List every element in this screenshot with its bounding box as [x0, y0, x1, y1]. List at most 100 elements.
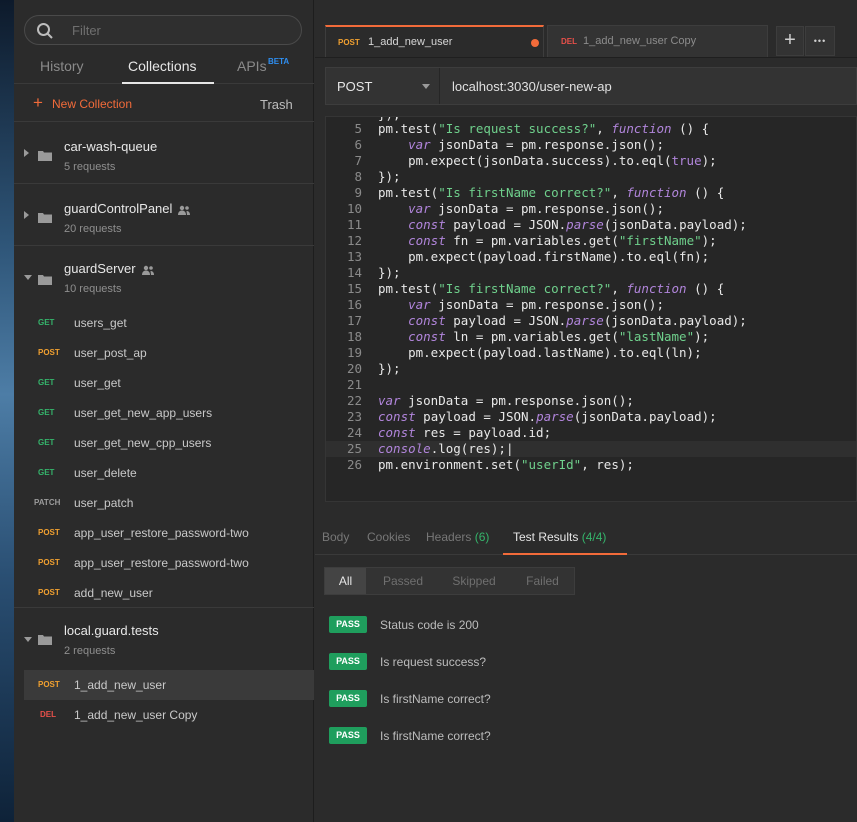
chevron-right-icon[interactable]	[24, 149, 29, 157]
beta-badge: BETA	[268, 57, 290, 66]
filter-failed[interactable]: Failed	[511, 568, 574, 594]
collection-car-wash-queue[interactable]: car-wash-queue 5 requests	[14, 122, 314, 184]
collection-count: 2 requests	[64, 645, 116, 657]
code-line: 13 pm.expect(payload.firstName).to.eql(f…	[326, 249, 856, 265]
code-line: 7 pm.expect(jsonData.success).to.eql(tru…	[326, 153, 856, 169]
request-name: user_get_new_app_users	[74, 406, 213, 420]
request-item[interactable]: POST user_post_ap	[14, 338, 314, 368]
team-icon	[141, 265, 154, 275]
request-item[interactable]: PATCH user_patch	[14, 488, 314, 518]
line-number: 11	[346, 217, 362, 232]
method-badge: DEL	[40, 710, 56, 719]
tab-test-results[interactable]: Test Results (4/4)	[513, 530, 606, 544]
code-line: 10 var jsonData = pm.response.json();	[326, 201, 856, 217]
collection-local-guard-tests[interactable]: local.guard.tests 2 requests POST 1_add_n…	[14, 608, 314, 738]
tab-label: Headers	[426, 530, 472, 544]
url-bar: POST localhost:3030/user-new-ap	[325, 67, 857, 105]
request-name: add_new_user	[74, 586, 153, 600]
method-badge: DEL	[561, 37, 577, 46]
request-item[interactable]: GET user_delete	[14, 458, 314, 488]
request-item[interactable]: GET user_get	[14, 368, 314, 398]
filter-all[interactable]: All	[325, 568, 366, 594]
tab-headers[interactable]: Headers (6)	[426, 530, 489, 544]
line-number: 10	[346, 201, 362, 216]
code-text: const payload = JSON.parse(jsonData.payl…	[408, 217, 747, 232]
tab-apis[interactable]: APIs	[237, 58, 267, 74]
test-name: Status code is 200	[380, 618, 479, 632]
method-badge: POST	[38, 348, 60, 357]
folder-open-icon	[38, 275, 52, 285]
new-tab-button[interactable]: +	[776, 26, 804, 56]
trash-button[interactable]: Trash	[260, 97, 293, 112]
chevron-down-icon[interactable]	[24, 637, 32, 642]
code-text: console.log(res);|	[378, 441, 514, 456]
code-line: 23 const payload = JSON.parse(jsonData.pa…	[326, 409, 856, 425]
request-name: user_delete	[74, 466, 137, 480]
request-item[interactable]: POST app_user_restore_password-two	[14, 518, 314, 548]
filter-skipped[interactable]: Skipped	[439, 568, 509, 594]
method-badge: POST	[38, 528, 60, 537]
filter-passed[interactable]: Passed	[369, 568, 437, 594]
method-badge: POST	[38, 558, 60, 567]
code-text: var jsonData = pm.response.json();	[408, 297, 664, 312]
filter-input[interactable]: Filter	[24, 15, 302, 45]
request-item[interactable]: GET user_get_new_app_users	[14, 398, 314, 428]
line-number: 21	[346, 377, 362, 392]
chevron-right-icon[interactable]	[24, 211, 29, 219]
line-number: 9	[354, 185, 362, 200]
tab-label: Body	[322, 530, 350, 544]
method-badge: GET	[38, 378, 55, 387]
request-tab[interactable]: DEL 1_add_new_user Copy	[547, 25, 768, 57]
code-text: var jsonData = pm.response.json();	[378, 393, 634, 408]
request-item[interactable]: POST app_user_restore_password-two	[14, 548, 314, 578]
method-badge: GET	[38, 468, 55, 477]
request-item[interactable]: GET users_get	[14, 308, 314, 338]
code-text: });	[378, 361, 401, 376]
code-text: const payload = JSON.parse(jsonData.payl…	[378, 409, 717, 424]
request-item[interactable]: GET user_get_new_cpp_users	[14, 428, 314, 458]
request-tab-active[interactable]: POST 1_add_new_user	[325, 25, 544, 57]
method-badge: POST	[38, 680, 60, 689]
request-item[interactable]: POST add_new_user	[14, 578, 314, 608]
method-badge: GET	[38, 408, 55, 417]
method-select[interactable]: POST	[326, 68, 440, 104]
line-number: 16	[346, 297, 362, 312]
code-text: pm.expect(payload.firstName).to.eql(fn);	[378, 249, 710, 264]
code-text: const ln = pm.variables.get("lastName");	[408, 329, 710, 344]
chevron-down-icon[interactable]	[24, 275, 32, 280]
method-badge: POST	[38, 588, 60, 597]
code-line: 12 const fn = pm.variables.get("firstNam…	[326, 233, 856, 249]
line-number: 24	[346, 425, 362, 440]
url-input[interactable]: localhost:3030/user-new-ap	[452, 79, 612, 94]
tests-code-editor[interactable]: }); 5 pm.test("Is request success?", func…	[325, 116, 857, 502]
line-number: 5	[354, 121, 362, 136]
code-line: 14});	[326, 265, 856, 281]
method-badge: GET	[38, 438, 55, 447]
line-number: 13	[346, 249, 362, 264]
code-text: pm.expect(jsonData.success).to.eql(true)…	[378, 153, 717, 168]
tab-body[interactable]: Body	[322, 530, 349, 544]
request-name: app_user_restore_password-two	[74, 556, 249, 570]
more-tabs-button[interactable]: •••	[805, 26, 835, 56]
code-line: 25 console.log(res);|	[326, 441, 856, 457]
tab-collections[interactable]: Collections	[128, 58, 196, 74]
result-filter-group: All Passed Skipped Failed	[324, 567, 575, 595]
unsaved-dot-icon	[531, 39, 539, 47]
request-item-selected[interactable]: POST 1_add_new_user	[24, 670, 314, 700]
request-name: user_get_new_cpp_users	[74, 436, 212, 450]
collection-guardcontrolpanel[interactable]: guardControlPanel 20 requests	[14, 184, 314, 246]
tab-history[interactable]: History	[40, 58, 84, 74]
tab-cookies[interactable]: Cookies	[367, 530, 410, 544]
line-number: 6	[354, 137, 362, 152]
request-name: app_user_restore_password-two	[74, 526, 249, 540]
tab-name: 1_add_new_user Copy	[583, 35, 697, 47]
request-name: users_get	[74, 316, 127, 330]
folder-icon	[38, 151, 52, 161]
team-icon	[178, 205, 191, 215]
line-number: 23	[346, 409, 362, 424]
tab-count: (6)	[474, 530, 490, 544]
request-item[interactable]: DEL 1_add_new_user Copy	[14, 700, 314, 730]
folder-icon	[38, 213, 52, 223]
search-icon	[37, 23, 53, 39]
collection-guardserver[interactable]: guardServer 10 requests GET users_get POS…	[14, 246, 314, 608]
